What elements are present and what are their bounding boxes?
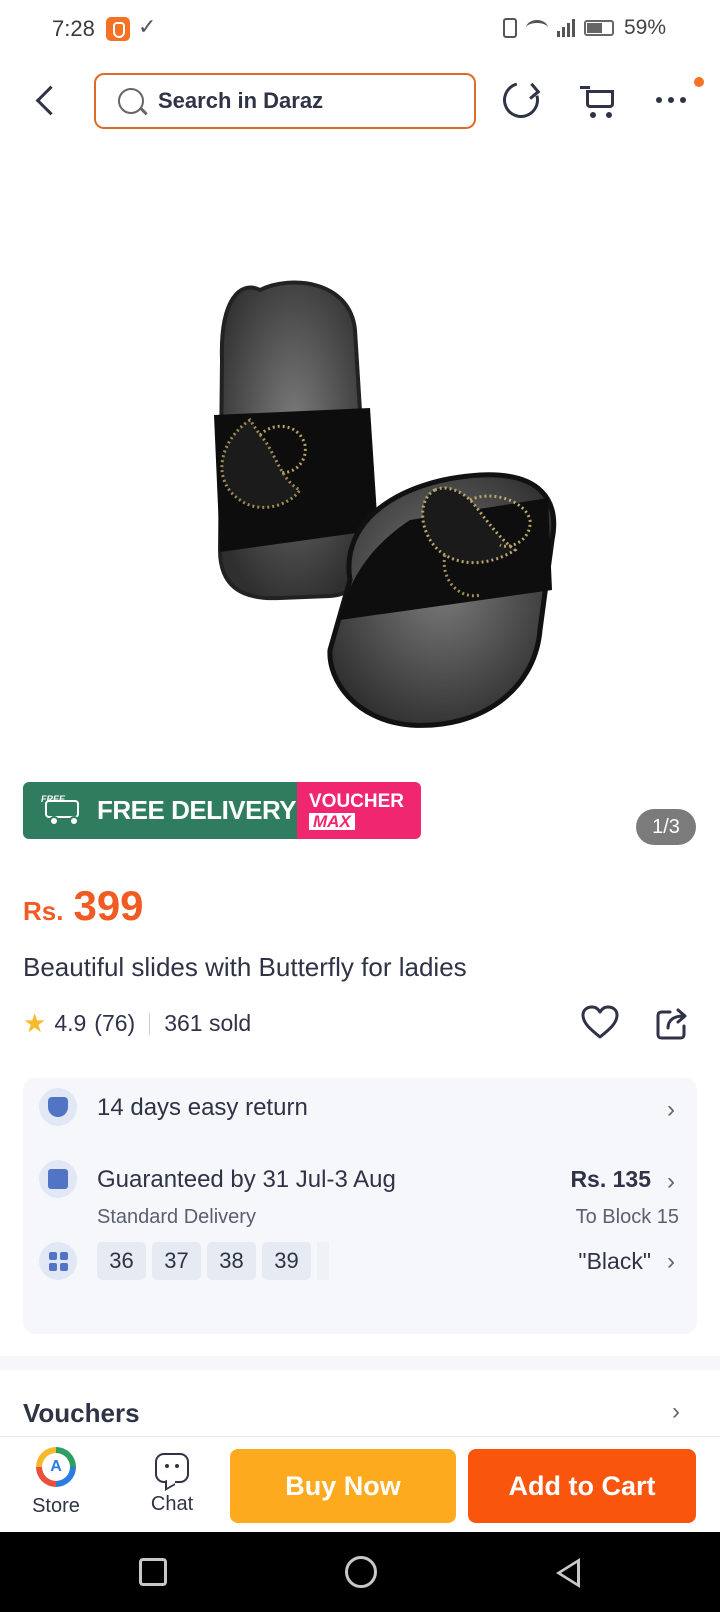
delivery-location[interactable]: To Block 15 bbox=[576, 1206, 679, 1229]
chat-icon bbox=[155, 1453, 189, 1483]
delivery-fee: Rs. 135 bbox=[570, 1166, 651, 1192]
promo-banner[interactable]: FREE FREE DELIVERY VOUCHER MAX bbox=[23, 782, 421, 839]
wifi-icon bbox=[525, 20, 548, 36]
voucher-max-badge: VOUCHER MAX bbox=[297, 782, 421, 839]
heart-icon[interactable] bbox=[580, 1004, 620, 1040]
delivery-type-text: Standard Delivery bbox=[97, 1206, 256, 1228]
more-options-icon[interactable] bbox=[656, 90, 692, 110]
chat-label: Chat bbox=[150, 1493, 194, 1515]
star-icon: ★ bbox=[23, 1008, 47, 1038]
rating-row[interactable]: ★ 4.9 (76) 361 sold bbox=[23, 1008, 251, 1039]
service-info-card: 14 days easy return › Guaranteed by 31 J… bbox=[23, 1078, 697, 1334]
buy-now-button[interactable]: Buy Now bbox=[230, 1449, 456, 1523]
divider bbox=[149, 1012, 151, 1035]
signal-icon bbox=[556, 19, 575, 37]
delivery-truck-icon: FREE bbox=[35, 794, 89, 826]
size-options: 36 37 38 39 bbox=[97, 1242, 329, 1280]
free-delivery-text: FREE DELIVERY bbox=[97, 795, 297, 825]
variants-grid-icon bbox=[39, 1242, 77, 1280]
status-indicators: 59% bbox=[502, 16, 666, 40]
add-to-cart-button[interactable]: Add to Cart bbox=[468, 1449, 696, 1523]
size-chip-37[interactable]: 37 bbox=[152, 1242, 201, 1280]
size-chip-more bbox=[317, 1242, 329, 1280]
top-header: Search in Daraz bbox=[0, 68, 720, 134]
cart-icon[interactable] bbox=[580, 82, 618, 120]
back-triangle-icon[interactable] bbox=[556, 1558, 580, 1588]
daraz-app-notification-icon bbox=[106, 17, 130, 41]
image-page-counter: 1/3 bbox=[636, 809, 696, 845]
size-chip-36[interactable]: 36 bbox=[97, 1242, 146, 1280]
store-button[interactable]: Store bbox=[14, 1447, 98, 1527]
status-time: 7:28 bbox=[52, 16, 95, 41]
vibrate-icon bbox=[502, 18, 517, 38]
store-logo-icon bbox=[36, 1447, 76, 1487]
free-delivery-badge: FREE FREE DELIVERY bbox=[23, 782, 297, 839]
chevron-right-icon[interactable]: › bbox=[667, 1248, 675, 1276]
check-icon: ✓ bbox=[138, 14, 157, 39]
bottom-action-bar: Store Chat Buy Now Add to Cart bbox=[0, 1436, 720, 1532]
product-title: Beautiful slides with Butterfly for ladi… bbox=[23, 952, 467, 982]
back-arrow-icon[interactable] bbox=[30, 82, 64, 120]
product-image[interactable] bbox=[180, 250, 600, 750]
return-policy-text[interactable]: 14 days easy return bbox=[97, 1094, 308, 1122]
vouchers-heading[interactable]: Vouchers bbox=[23, 1398, 140, 1429]
selected-color[interactable]: "Black" bbox=[578, 1248, 651, 1275]
chevron-right-icon[interactable]: › bbox=[667, 1168, 675, 1196]
price-currency: Rs. bbox=[23, 896, 64, 926]
share-icon[interactable] bbox=[654, 1006, 690, 1042]
price-value: 399 bbox=[73, 882, 144, 929]
system-nav-bar bbox=[0, 1532, 720, 1612]
search-placeholder: Search in Daraz bbox=[158, 88, 324, 113]
recents-icon[interactable] bbox=[139, 1558, 167, 1586]
search-icon bbox=[118, 88, 144, 114]
review-count: (76) bbox=[94, 1010, 136, 1036]
status-bar: 7:28 ✓ 59% bbox=[0, 0, 720, 60]
history-icon[interactable] bbox=[496, 75, 546, 125]
section-divider bbox=[0, 1356, 720, 1370]
battery-percent: 59% bbox=[623, 16, 666, 39]
notification-dot bbox=[694, 77, 704, 87]
chat-button[interactable]: Chat bbox=[130, 1447, 214, 1527]
product-price: Rs. 399 bbox=[23, 882, 144, 930]
home-icon[interactable] bbox=[345, 1556, 377, 1588]
size-chip-38[interactable]: 38 bbox=[207, 1242, 256, 1280]
battery-icon bbox=[583, 20, 614, 36]
search-input[interactable]: Search in Daraz bbox=[94, 73, 476, 129]
size-chip-39[interactable]: 39 bbox=[262, 1242, 311, 1280]
chevron-right-icon[interactable]: › bbox=[667, 1096, 675, 1124]
delivery-guarantee-text[interactable]: Guaranteed by 31 Jul-3 Aug bbox=[97, 1166, 396, 1194]
rating-value: 4.9 bbox=[54, 1010, 87, 1036]
store-label: Store bbox=[32, 1495, 80, 1517]
shield-check-icon bbox=[39, 1088, 77, 1126]
sold-count: 361 sold bbox=[164, 1010, 252, 1036]
delivery-box-icon bbox=[39, 1160, 77, 1198]
chevron-right-icon[interactable]: › bbox=[672, 1398, 680, 1426]
